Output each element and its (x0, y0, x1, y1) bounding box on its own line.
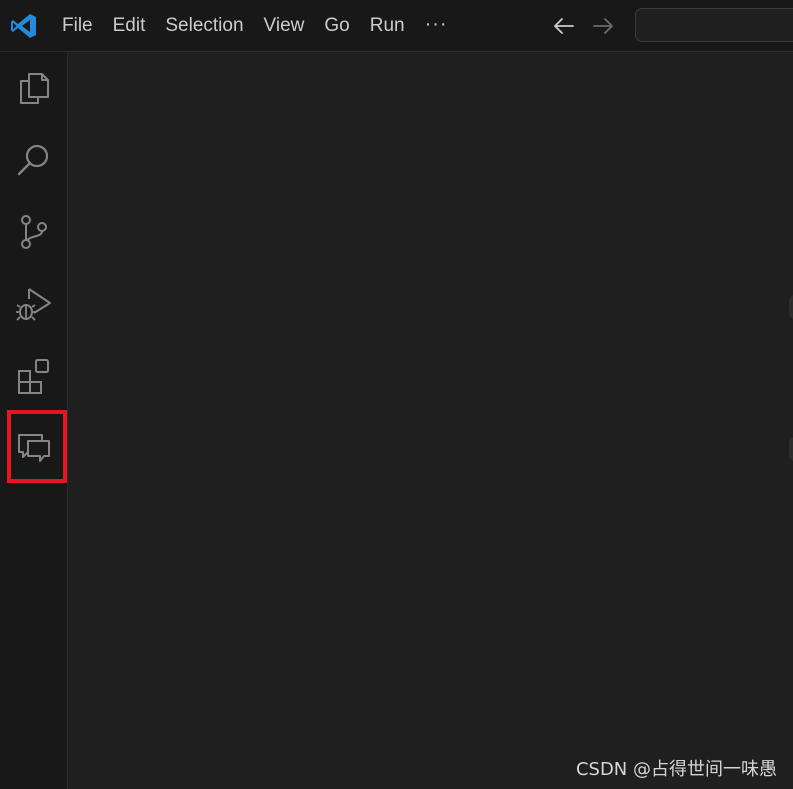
search-icon (17, 144, 49, 176)
menu-run[interactable]: Run (360, 6, 415, 46)
menu-more-button[interactable]: ··· (415, 6, 458, 46)
editor-area[interactable] (68, 52, 793, 789)
edge-handle (789, 295, 793, 319)
menu-bar: File Edit Selection View Go Run ··· (52, 0, 458, 52)
activity-bar (0, 52, 68, 789)
files-icon (20, 73, 49, 104)
activity-run-debug[interactable] (0, 268, 68, 340)
run-debug-icon (16, 288, 51, 321)
title-bar: File Edit Selection View Go Run ··· (0, 0, 793, 52)
menu-edit[interactable]: Edit (103, 6, 156, 46)
edge-handle (789, 437, 793, 461)
source-control-icon (21, 215, 47, 249)
chat-icon (18, 434, 50, 462)
menu-view[interactable]: View (254, 6, 315, 46)
activity-chat[interactable] (0, 412, 68, 484)
arrow-right-icon[interactable] (590, 13, 616, 39)
menu-selection[interactable]: Selection (155, 6, 253, 46)
activity-explorer[interactable] (0, 52, 68, 124)
menu-go[interactable]: Go (314, 6, 359, 46)
activity-source-control[interactable] (0, 196, 68, 268)
command-center-search[interactable] (635, 8, 793, 42)
vscode-logo-icon[interactable] (10, 12, 38, 40)
activity-search[interactable] (0, 124, 68, 196)
activity-extensions[interactable] (0, 340, 68, 412)
menu-file[interactable]: File (52, 6, 103, 46)
arrow-left-icon[interactable] (551, 13, 577, 39)
extensions-icon (18, 359, 49, 394)
watermark-text: CSDN @占得世间一味愚 (575, 759, 777, 780)
